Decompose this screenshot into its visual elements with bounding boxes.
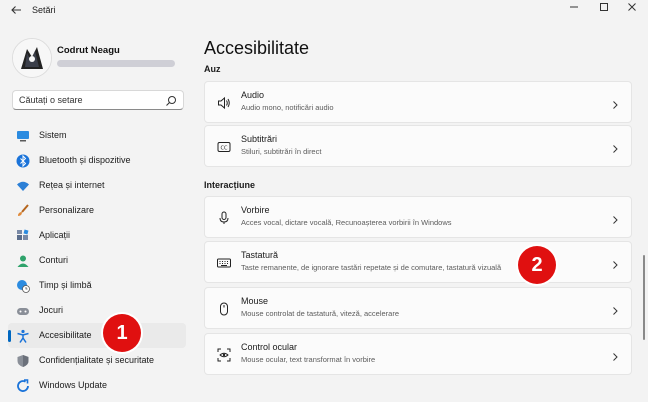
shield-icon	[16, 354, 30, 368]
search-placeholder: Căutați o setare	[19, 95, 83, 105]
sidebar-item-time-language[interactable]: Timp și limbă	[8, 273, 186, 298]
sidebar-item-label: Bluetooth și dispozitive	[39, 155, 131, 165]
sidebar-item-personalize[interactable]: Personalizare	[8, 198, 186, 223]
card-subtitle: Taste remanente, de ignorare tastări rep…	[241, 263, 502, 272]
annotation-badge-1: 1	[103, 314, 141, 352]
sidebar-item-label: Aplicații	[39, 230, 71, 240]
chevron-right-icon	[611, 97, 619, 109]
chevron-right-icon	[611, 257, 619, 269]
person-icon	[16, 254, 30, 268]
card-title: Tastatură	[241, 250, 279, 260]
sidebar-item-apps[interactable]: Aplicații	[8, 223, 186, 248]
sidebar-item-label: Timp și limbă	[39, 280, 92, 290]
card-mouse[interactable]: Mouse Mouse controlat de tastatură, vite…	[204, 287, 632, 329]
sidebar-item-windows-update[interactable]: Windows Update	[8, 373, 186, 398]
section-header-interaction: Interacțiune	[204, 180, 256, 190]
sidebar-item-label: Confidențialitate și securitate	[39, 355, 155, 365]
title-bar: Setări	[0, 0, 648, 22]
card-title: Audio	[241, 90, 265, 100]
card-title: Control ocular	[241, 342, 298, 352]
chevron-right-icon	[611, 349, 619, 361]
sidebar-item-label: Conturi	[39, 255, 69, 265]
chevron-right-icon	[611, 141, 619, 153]
sidebar-item-label: Jocuri	[39, 305, 64, 315]
sidebar-item-label: Sistem	[39, 130, 67, 140]
chevron-right-icon	[611, 212, 619, 224]
minimize-button[interactable]	[560, 2, 588, 18]
system-icon	[16, 129, 30, 143]
card-subtitle: Mouse controlat de tastatură, viteză, ac…	[241, 309, 399, 318]
sidebar-item-label: Windows Update	[39, 380, 108, 390]
sidebar-item-label: Accesibilitate	[39, 330, 92, 340]
card-subtitle: Mouse ocular, text transformat în vorbir…	[241, 355, 376, 364]
active-indicator	[8, 330, 11, 342]
card-subtitle: Audio mono, notificări audio	[241, 103, 334, 112]
sidebar-item-sistem[interactable]: Sistem	[8, 123, 186, 148]
card-title: Subtitrări	[241, 134, 278, 144]
chevron-right-icon	[611, 303, 619, 315]
sidebar-item-network[interactable]: Rețea și internet	[8, 173, 186, 198]
user-email-redacted	[57, 60, 175, 67]
card-speech[interactable]: Vorbire Acces vocal, dictare vocală, Rec…	[204, 196, 632, 238]
card-captions[interactable]: CC Subtitrări Stiluri, subtitrări în dir…	[204, 125, 632, 167]
back-arrow-icon[interactable]	[8, 4, 24, 18]
card-audio[interactable]: Audio Audio mono, notificări audio	[204, 81, 632, 123]
microphone-icon	[217, 211, 231, 225]
gamepad-icon	[16, 304, 30, 318]
card-keyboard[interactable]: Tastatură Taste remanente, de ignorare t…	[204, 241, 632, 283]
eye-control-icon	[217, 348, 231, 362]
sidebar-item-accessibility[interactable]: Accesibilitate	[8, 323, 186, 348]
card-title: Vorbire	[241, 205, 270, 215]
wifi-icon	[16, 179, 30, 193]
avatar[interactable]	[12, 38, 52, 78]
sidebar-nav: Sistem Bluetooth și dispozitive Rețea și…	[8, 123, 186, 398]
sidebar-item-label: Personalizare	[39, 205, 95, 215]
scrollbar-thumb[interactable]	[643, 255, 645, 340]
close-button[interactable]	[618, 2, 646, 18]
user-name: Codrut Neagu	[57, 45, 120, 56]
accessibility-icon	[16, 329, 30, 343]
speaker-icon	[217, 96, 231, 110]
svg-text:CC: CC	[221, 145, 228, 151]
card-title: Mouse	[241, 296, 269, 306]
update-icon	[16, 379, 30, 393]
apps-icon	[16, 229, 30, 243]
sidebar-item-accounts[interactable]: Conturi	[8, 248, 186, 273]
keyboard-icon	[217, 256, 231, 270]
card-eye-control[interactable]: Control ocular Mouse ocular, text transf…	[204, 333, 632, 375]
search-icon[interactable]	[165, 94, 177, 106]
sidebar-item-bluetooth[interactable]: Bluetooth și dispozitive	[8, 148, 186, 173]
cc-icon: CC	[217, 140, 231, 154]
clock-globe-icon	[16, 279, 30, 293]
bluetooth-icon	[16, 154, 30, 168]
card-subtitle: Stiluri, subtitrări în direct	[241, 147, 322, 156]
window-title: Setări	[32, 5, 56, 15]
maximize-button[interactable]	[590, 2, 618, 18]
annotation-badge-2: 2	[518, 246, 556, 284]
mouse-icon	[217, 302, 231, 316]
sidebar-item-label: Rețea și internet	[39, 180, 105, 190]
sidebar-item-gaming[interactable]: Jocuri	[8, 298, 186, 323]
card-subtitle: Acces vocal, dictare vocală, Recunoașter…	[241, 218, 452, 227]
section-header-hearing: Auz	[204, 64, 221, 74]
brush-icon	[16, 204, 30, 218]
page-title: Accesibilitate	[204, 38, 310, 58]
search-input[interactable]: Căutați o setare	[12, 90, 184, 110]
sidebar-item-privacy[interactable]: Confidențialitate și securitate	[8, 348, 186, 373]
